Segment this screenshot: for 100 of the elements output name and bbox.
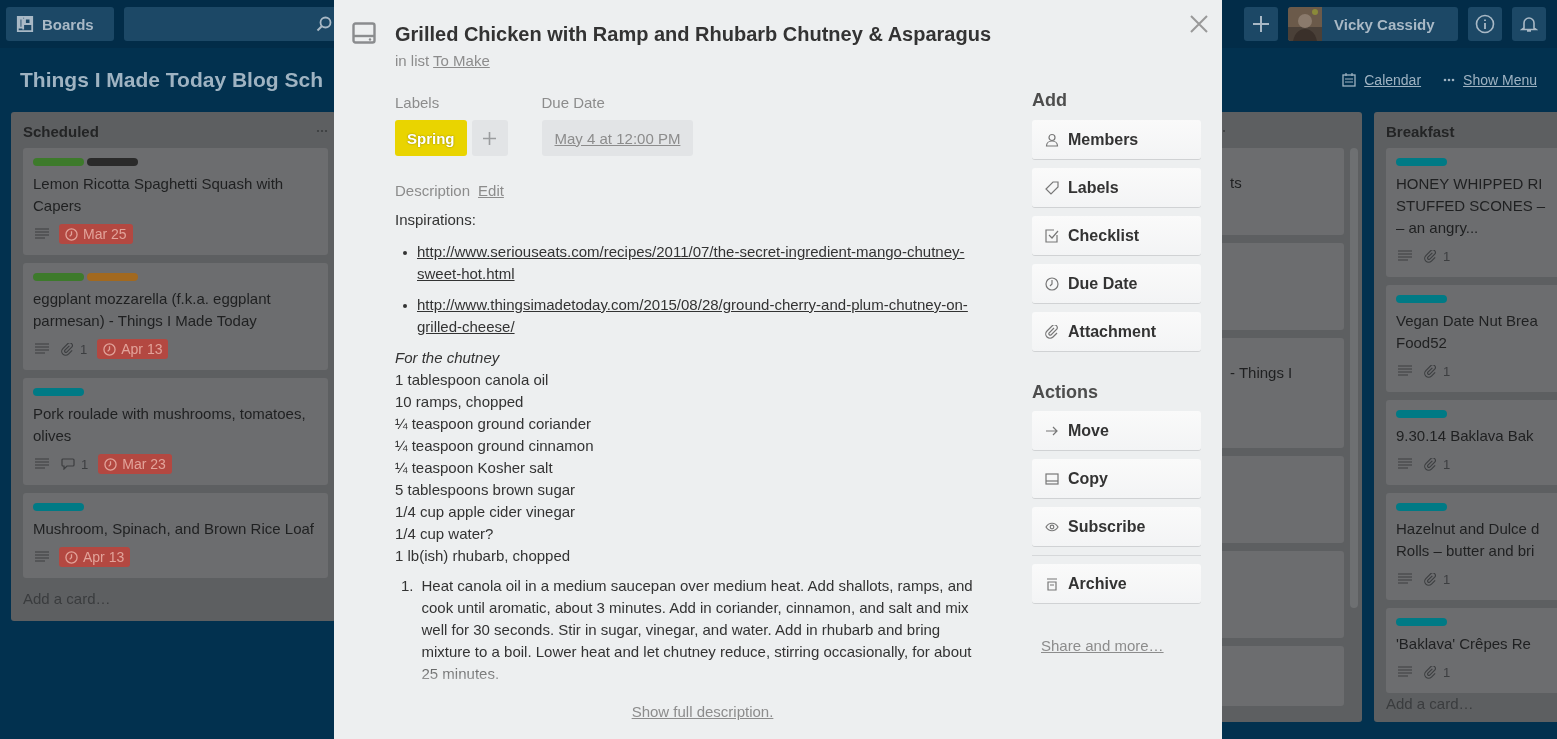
card-title: 'Baklava' Crêpes Re — [1396, 634, 1532, 654]
due-date: Apr 13 — [121, 341, 163, 357]
description-link[interactable]: http://www.seriouseats.com/recipes/2011/07/the-secret-ingredient-mango-chutney-sweet-hot.html — [417, 241, 985, 285]
description-heading: Description — [395, 182, 471, 199]
card-title: Hazelnut and Dulce d Rolls – butter and bri — [1396, 519, 1541, 561]
comment-icon — [61, 458, 75, 470]
board-title: Things I Made Today Blog Sch — [20, 68, 323, 92]
paperclip-icon — [61, 342, 74, 356]
description-link[interactable]: http://www.thingsimadetoday.com/2015/08/28/ground-cherry-and-plum-chutney-on-grilled-cheese/ — [417, 294, 985, 338]
card-title: - Things I — [1230, 363, 1294, 383]
tag-icon — [1045, 180, 1059, 195]
paperclip-icon — [1045, 324, 1059, 339]
archive-icon — [1045, 576, 1059, 591]
bullet-icon — [403, 251, 407, 255]
clock-icon — [65, 227, 78, 241]
due-date-heading: Due Date — [541, 94, 606, 111]
ingredient-line: 5 tablespoons brown sugar — [395, 480, 577, 500]
checkbox-icon — [1045, 228, 1059, 243]
card-title: 9.30.14 Baklava Bak — [1396, 426, 1535, 446]
description-subheading: For the chutney — [395, 348, 501, 368]
description-icon — [1398, 573, 1412, 585]
paperclip-icon — [1424, 665, 1437, 679]
card[interactable]: Mushroom, Spinach, and Brown Rice Loaf Apr 13 — [23, 493, 328, 578]
description-icon — [1398, 458, 1412, 470]
sidebar-button[interactable]: Attachment — [1032, 312, 1201, 351]
clock-icon — [104, 457, 118, 471]
edit-link[interactable]: Edit — [478, 182, 504, 199]
due-date: Apr 13 — [83, 549, 125, 565]
list-title: Breakfast — [1386, 122, 1455, 140]
ingredient-line: 10 ramps, chopped — [395, 392, 525, 412]
card[interactable]: Lemon Ricotta Spaghetti Squash with Capers Mar 25 — [23, 148, 328, 255]
description-icon — [1398, 666, 1412, 678]
step-number: 1. — [401, 576, 414, 596]
card-title: Mushroom, Spinach, and Brown Rice Loaf — [33, 519, 315, 539]
paperclip-icon — [1424, 572, 1437, 586]
date-picker-button[interactable]: May 4 at 12:00 PM — [541, 120, 694, 156]
sidebar-button[interactable]: Labels — [1032, 168, 1201, 207]
calendar-icon — [1342, 73, 1357, 87]
clock-icon — [1045, 276, 1059, 291]
card-title: Pork roulade with mushrooms, tomatoes, olives — [33, 404, 307, 446]
info-icon — [1475, 14, 1495, 34]
sidebar-button[interactable]: Checklist — [1032, 216, 1201, 255]
sidebar-button[interactable]: Copy — [1032, 459, 1201, 498]
boards-icon — [16, 15, 34, 33]
paperclip-icon — [1424, 457, 1437, 471]
description-text: Inspirations: — [395, 210, 477, 230]
step-text: Heat canola oil in a medium saucepan over medium heat. Add shallots, ramps, and cook until aromatic, about 3 minutes. Add in coriander, cinnamon, and salt and mix well for 30 seconds. Stir in sugar, vinegar, and water. Add in rhubarb and bring mixture to a boil. Lower heat and let chutney reduce, stirring occasionally, for about 25 minutes. — [421, 576, 974, 684]
ingredient-line: 1/4 cup apple cider vinegar — [395, 502, 577, 522]
add-heading: Add — [1032, 90, 1068, 111]
info-button[interactable] — [1468, 7, 1502, 41]
add-button[interactable] — [1244, 7, 1278, 41]
list-link[interactable]: To Make — [433, 52, 490, 69]
bell-icon — [1520, 15, 1538, 33]
ingredient-line: ¼ teaspoon ground cinnamon — [395, 436, 595, 456]
clock-icon — [103, 342, 117, 356]
labels-heading: Labels — [395, 94, 441, 111]
actions-heading: Actions — [1032, 382, 1099, 403]
plus-icon — [483, 131, 496, 145]
boards-button[interactable]: Boards — [6, 7, 114, 41]
close-icon[interactable] — [1190, 15, 1208, 33]
card-title: HONEY WHIPPED RI STUFFED SCONES – – an angry... — [1396, 174, 1547, 238]
paperclip-icon — [1424, 364, 1437, 378]
list-title: Scheduled — [23, 122, 99, 140]
person-icon — [1045, 132, 1059, 147]
sidebar-button[interactable]: Archive — [1032, 564, 1201, 603]
ingredient-line: 1 lb(ish) rhubarb, chopped — [395, 546, 572, 566]
ingredient-line: 1/4 cup water? — [395, 524, 495, 544]
card-title: Vegan Date Nut Brea Food52 — [1396, 311, 1539, 353]
description-icon — [35, 343, 49, 355]
ingredient-line: ¼ teaspoon Kosher salt — [395, 458, 554, 478]
description-icon — [35, 228, 49, 240]
sidebar-button[interactable]: Members — [1032, 120, 1201, 159]
share-link[interactable]: Share and more… — [1041, 637, 1201, 654]
due-date: Mar 25 — [83, 226, 127, 242]
search-icon — [316, 16, 332, 32]
sidebar-button[interactable]: Subscribe — [1032, 507, 1201, 546]
clock-icon — [65, 550, 78, 564]
card-title: eggplant mozzarella (f.k.a. eggplant parmesan) - Things I Made Today — [33, 289, 272, 331]
user-button[interactable]: Vicky Cassidy — [1288, 7, 1458, 41]
notifications-button[interactable] — [1512, 7, 1546, 41]
card-title-heading: Grilled Chicken with Ramp and Rhubarb Chutney & Asparagus — [395, 22, 991, 46]
show-full-description-link[interactable]: Show full description. — [631, 703, 774, 720]
ingredient-line: 1 tablespoon canola oil — [395, 370, 550, 390]
plus-icon — [1252, 15, 1270, 33]
ingredient-line: ¼ teaspoon ground coriander — [395, 414, 592, 434]
more-icon — [1443, 78, 1456, 82]
sidebar-button[interactable]: Move — [1032, 411, 1201, 450]
description-icon — [35, 458, 49, 470]
description-icon — [1398, 365, 1412, 377]
description-icon — [1398, 250, 1412, 262]
due-date: Mar 23 — [122, 456, 166, 472]
card-title: ts — [1230, 173, 1243, 193]
show-menu-link[interactable]: Show Menu — [1463, 72, 1537, 88]
card-icon — [1045, 471, 1059, 486]
paperclip-icon — [1424, 249, 1437, 263]
calendar-link[interactable]: Calendar — [1364, 72, 1422, 88]
bullet-icon — [403, 304, 407, 308]
list-caption: in list — [395, 52, 430, 69]
description-icon — [35, 551, 49, 563]
sidebar-button[interactable]: Due Date — [1032, 264, 1201, 303]
